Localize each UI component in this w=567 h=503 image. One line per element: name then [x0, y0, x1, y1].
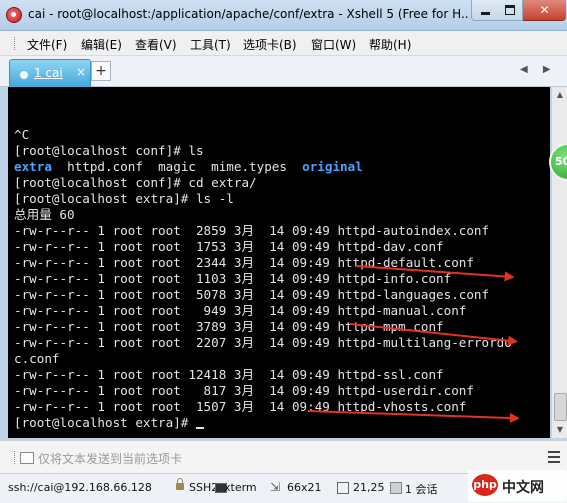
php-watermark: php 中文网 [468, 470, 567, 502]
minimize-button[interactable] [471, 0, 499, 21]
xshell-app-icon[interactable] [6, 7, 22, 23]
sessions-icon [390, 482, 402, 494]
window-title: cai - root@localhost:/application/apache… [28, 7, 468, 21]
tab-session-cai[interactable]: 1 cai × [9, 59, 91, 87]
terminal-output: ^C [root@localhost conf]# ls extra httpd… [14, 127, 512, 431]
prompt: [root@localhost extra]# [14, 415, 196, 430]
terminal-line: 总用量 60 [14, 207, 75, 222]
tab-scroll-arrows[interactable]: ◀ ▶ [520, 64, 557, 75]
terminal-scrollbar[interactable]: ▲ ▼ [551, 87, 567, 438]
scroll-up-icon[interactable]: ▲ [552, 87, 567, 103]
terminal-prompt-line: [root@localhost extra]# [14, 415, 512, 431]
menu-tabs[interactable]: 选项卡(B) [243, 36, 297, 53]
terminal-line: -rw-r--r-- 1 root root 1753 3月 14 09:49 … [14, 239, 444, 254]
terminal-line: c.conf [14, 351, 60, 366]
menu-bar: 文件(F) 编辑(E) 查看(V) 工具(T) 选项卡(B) 窗口(W) 帮助(… [0, 31, 567, 56]
compose-bar: 仅将文本发送到当前选项卡 [0, 440, 567, 473]
connection-status-icon [19, 70, 29, 80]
terminal-line: -rw-r--r-- 1 root root 2207 3月 14 09:49 … [14, 335, 512, 350]
status-cursor: 21,25 [353, 481, 385, 494]
compose-grip[interactable] [14, 451, 17, 464]
terminal-line: -rw-r--r-- 1 root root 5078 3月 14 09:49 … [14, 287, 490, 302]
php-logo-icon: php [472, 474, 498, 496]
new-tab-button[interactable]: + [91, 61, 111, 81]
status-sessions: 1 会话 [405, 483, 438, 496]
terminal-cursor [195, 427, 204, 429]
terminal-line: ^C [14, 127, 30, 142]
scroll-down-icon[interactable]: ▼ [552, 422, 567, 438]
close-icon: ✕ [539, 3, 550, 17]
lock-icon [176, 478, 184, 490]
menu-help[interactable]: 帮助(H) [369, 36, 411, 53]
status-size: 66x21 [287, 481, 322, 494]
tab-label: 1 cai [34, 66, 63, 80]
status-host: ssh://cai@192.168.66.128 [8, 481, 152, 494]
tab-bar: 1 cai × + ◀ ▶ [0, 56, 567, 87]
menu-view[interactable]: 查看(V) [135, 36, 177, 53]
menu-icon[interactable] [548, 451, 560, 466]
terminal-line: [root@localhost conf]# ls [14, 143, 204, 158]
terminal-line: -rw-r--r-- 1 root root 949 3月 14 09:49 h… [14, 303, 467, 318]
terminal-area[interactable]: ^C [root@localhost conf]# ls extra httpd… [8, 87, 550, 438]
terminal-line-ls-output: extra httpd.conf magic mime.types origin… [14, 159, 512, 175]
compose-input[interactable]: 仅将文本发送到当前选项卡 [38, 450, 182, 467]
menu-file[interactable]: 文件(F) [27, 36, 67, 53]
size-icon: ⇲ [270, 480, 281, 494]
file-list: httpd.conf magic mime.types [51, 159, 303, 174]
terminal-line: -rw-r--r-- 1 root root 2344 3月 14 09:49 … [14, 255, 474, 270]
terminal-line: -rw-r--r-- 1 root root 2859 3月 14 09:49 … [14, 223, 490, 238]
terminal-line: -rw-r--r-- 1 root root 12418 3月 14 09:49… [14, 367, 444, 382]
maximize-icon [505, 5, 515, 15]
watermark-text: 中文网 [502, 480, 544, 496]
close-button[interactable]: ✕ [523, 0, 566, 21]
status-protocol: SSH2 [189, 481, 219, 494]
terminal-line: -rw-r--r-- 1 root root 1507 3月 14 09:49 … [14, 399, 467, 414]
terminal-line: -rw-r--r-- 1 root root 817 3月 14 09:49 h… [14, 383, 474, 398]
terminal-line: [root@localhost extra]# ls -l [14, 191, 234, 206]
menu-tools[interactable]: 工具(T) [190, 36, 231, 53]
scroll-thumb[interactable] [554, 393, 567, 421]
terminal-line: [root@localhost conf]# cd extra/ [14, 175, 257, 190]
status-term: xterm [224, 481, 257, 494]
toolbar-grip[interactable] [14, 37, 17, 50]
minimize-icon [480, 11, 490, 15]
compose-icon[interactable] [20, 452, 34, 464]
dir-extra: extra [14, 159, 52, 174]
tab-close-icon[interactable]: × [76, 65, 86, 79]
maximize-button[interactable] [498, 0, 523, 21]
dir-original: original [302, 159, 363, 174]
menu-edit[interactable]: 编辑(E) [81, 36, 122, 53]
cursor-position-icon [337, 482, 349, 494]
title-bar: cai - root@localhost:/application/apache… [0, 0, 567, 31]
terminal-line: -rw-r--r-- 1 root root 1103 3月 14 09:49 … [14, 271, 452, 286]
menu-window[interactable]: 窗口(W) [311, 36, 356, 53]
